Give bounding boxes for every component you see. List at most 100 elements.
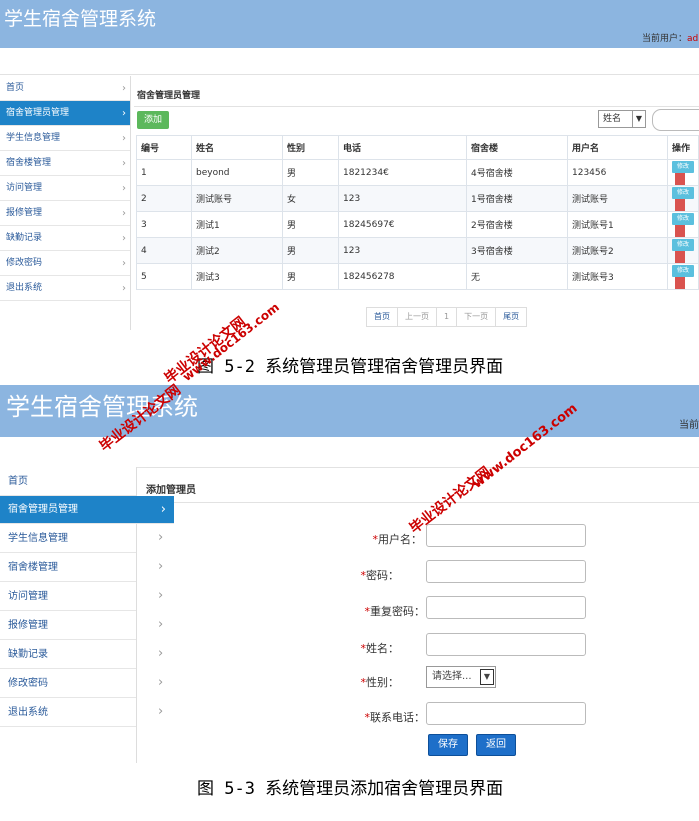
pager-current[interactable]: 1 — [436, 307, 458, 327]
chevron-right-icon: › — [158, 646, 164, 661]
sidebar-item-repairs[interactable]: 报修管理 — [0, 611, 136, 640]
filter-select-value: 姓名 — [603, 114, 622, 124]
chevron-right-icon: › — [122, 83, 126, 94]
cell-phone: 18245697€ — [338, 211, 467, 238]
password-input[interactable] — [426, 560, 586, 583]
table-row: 5 测试3 男 182456278 无 测试账号3 修改 — [136, 263, 699, 290]
sidebar-label: 缺勤记录 — [8, 649, 48, 660]
sidebar-item-absence[interactable]: 缺勤记录 › — [0, 226, 130, 251]
field-label-text: 重复密码： — [370, 605, 425, 618]
sidebar-item-repairs[interactable]: 报修管理 › — [0, 201, 130, 226]
delete-button[interactable] — [675, 198, 685, 211]
gender-select[interactable]: 请选择... ▼ — [426, 666, 496, 688]
confirm-password-input[interactable] — [426, 596, 586, 619]
chevron-right-icon: › — [158, 675, 164, 690]
chevron-right-icon: › — [158, 588, 164, 603]
search-input[interactable] — [652, 109, 699, 131]
edit-button[interactable]: 修改 — [672, 238, 694, 251]
delete-button[interactable] — [675, 250, 685, 263]
confirm-password-label: *重复密码： — [346, 603, 426, 619]
add-button[interactable]: 添加 — [137, 111, 169, 129]
cell-id: 2 — [136, 185, 192, 212]
chevron-right-icon: › — [122, 233, 126, 244]
phone-input[interactable] — [426, 702, 586, 725]
sidebar-item-dorm-admin[interactable]: 宿舍管理员管理 › — [0, 496, 174, 524]
field-label-text: 姓名： — [366, 642, 399, 655]
sidebar-label: 访问管理 — [6, 183, 43, 193]
filter-select[interactable]: 姓名 ▼ — [598, 110, 646, 128]
sidebar-item-logout[interactable]: 退出系统 › — [0, 276, 130, 301]
phone-label: *联系电话： — [346, 709, 426, 725]
chevron-down-icon: ▼ — [480, 669, 494, 685]
sidebar-label: 报修管理 — [8, 620, 48, 631]
save-button[interactable]: 保存 — [428, 734, 468, 756]
caption-fig-5-3: 图 5-3 系统管理员添加宿舍管理员界面 — [197, 779, 504, 799]
sidebar-label: 宿舍楼管理 — [8, 562, 58, 573]
cell-id: 1 — [136, 159, 192, 186]
field-label-text: 联系电话： — [370, 711, 425, 724]
sidebar-item-students[interactable]: 学生信息管理 › — [0, 126, 130, 151]
username-label: *用户名： — [346, 531, 423, 547]
cell-gender: 男 — [282, 159, 339, 186]
col-building: 宿舍楼 — [466, 135, 568, 160]
sidebar-item-home[interactable]: 首页 — [0, 467, 136, 496]
sidebar-item-visits[interactable]: 访问管理 — [0, 582, 136, 611]
cell-actions: 修改 — [667, 237, 699, 264]
sidebar-item-password[interactable]: 修改密码 › — [0, 251, 130, 276]
delete-button[interactable] — [675, 172, 685, 185]
cell-id: 3 — [136, 211, 192, 238]
col-phone: 电话 — [338, 135, 467, 160]
pager-first[interactable]: 首页 — [366, 307, 398, 327]
cell-username: 123456 — [567, 159, 668, 186]
sidebar-item-password[interactable]: 修改密码 — [0, 669, 136, 698]
chevron-right-icon: › — [122, 183, 126, 194]
chevron-right-icon: › — [122, 133, 126, 144]
cell-building: 2号宿舍楼 — [466, 211, 568, 238]
sidebar-item-logout[interactable]: 退出系统 — [0, 698, 136, 727]
shot1-app-title: 学生宿舍管理系统 — [4, 8, 157, 30]
sidebar-label: 报修管理 — [6, 208, 43, 218]
cell-name: beyond — [191, 159, 283, 186]
delete-button[interactable] — [675, 224, 685, 237]
cell-actions: 修改 — [667, 263, 699, 290]
chevron-right-icon: › — [158, 704, 164, 719]
cell-name: 测试3 — [191, 263, 283, 290]
table-row: 2 测试账号 女 123 1号宿舍楼 测试账号 修改 — [136, 185, 699, 212]
cell-gender: 男 — [282, 211, 339, 238]
sidebar-item-visits[interactable]: 访问管理 › — [0, 176, 130, 201]
sidebar-item-home[interactable]: 首页 › — [0, 76, 130, 101]
sidebar-item-dorm-admin[interactable]: 宿舍管理员管理 › — [0, 101, 130, 126]
shot2-header: 学生宿舍管理系统 当前 — [0, 385, 699, 437]
sidebar-label: 宿舍管理员管理 — [8, 504, 78, 515]
sidebar-label: 宿舍楼管理 — [6, 158, 52, 168]
sidebar-item-absence[interactable]: 缺勤记录 — [0, 640, 136, 669]
sidebar-item-buildings[interactable]: 宿舍楼管理 — [0, 553, 136, 582]
name-input[interactable] — [426, 633, 586, 656]
username-input[interactable] — [426, 524, 586, 547]
edit-button[interactable]: 修改 — [672, 212, 694, 225]
chevron-right-icon: › — [122, 108, 126, 119]
sidebar-item-students[interactable]: 学生信息管理 — [0, 524, 136, 553]
pager-next[interactable]: 下一页 — [456, 307, 497, 327]
edit-button[interactable]: 修改 — [672, 264, 694, 277]
cell-building: 1号宿舍楼 — [466, 185, 568, 212]
current-user-value: ad — [687, 34, 699, 44]
col-gender: 性别 — [282, 135, 339, 160]
gender-select-value: 请选择... — [432, 671, 472, 682]
sidebar-label: 首页 — [8, 476, 28, 487]
sidebar-item-buildings[interactable]: 宿舍楼管理 › — [0, 151, 130, 176]
delete-button[interactable] — [675, 276, 685, 289]
chevron-right-icon: › — [158, 617, 164, 632]
pager-last[interactable]: 尾页 — [495, 307, 528, 327]
cell-gender: 男 — [282, 263, 339, 290]
edit-button[interactable]: 修改 — [672, 160, 694, 173]
sidebar-label: 首页 — [6, 83, 25, 93]
gender-label: *性别： — [346, 674, 400, 690]
edit-button[interactable]: 修改 — [672, 186, 694, 199]
back-button[interactable]: 返回 — [476, 734, 516, 756]
cell-gender: 男 — [282, 237, 339, 264]
chevron-right-icon: › — [122, 258, 126, 269]
pager-prev[interactable]: 上一页 — [397, 307, 437, 327]
cell-building: 4号宿舍楼 — [466, 159, 568, 186]
sidebar-label: 宿舍管理员管理 — [6, 108, 70, 118]
